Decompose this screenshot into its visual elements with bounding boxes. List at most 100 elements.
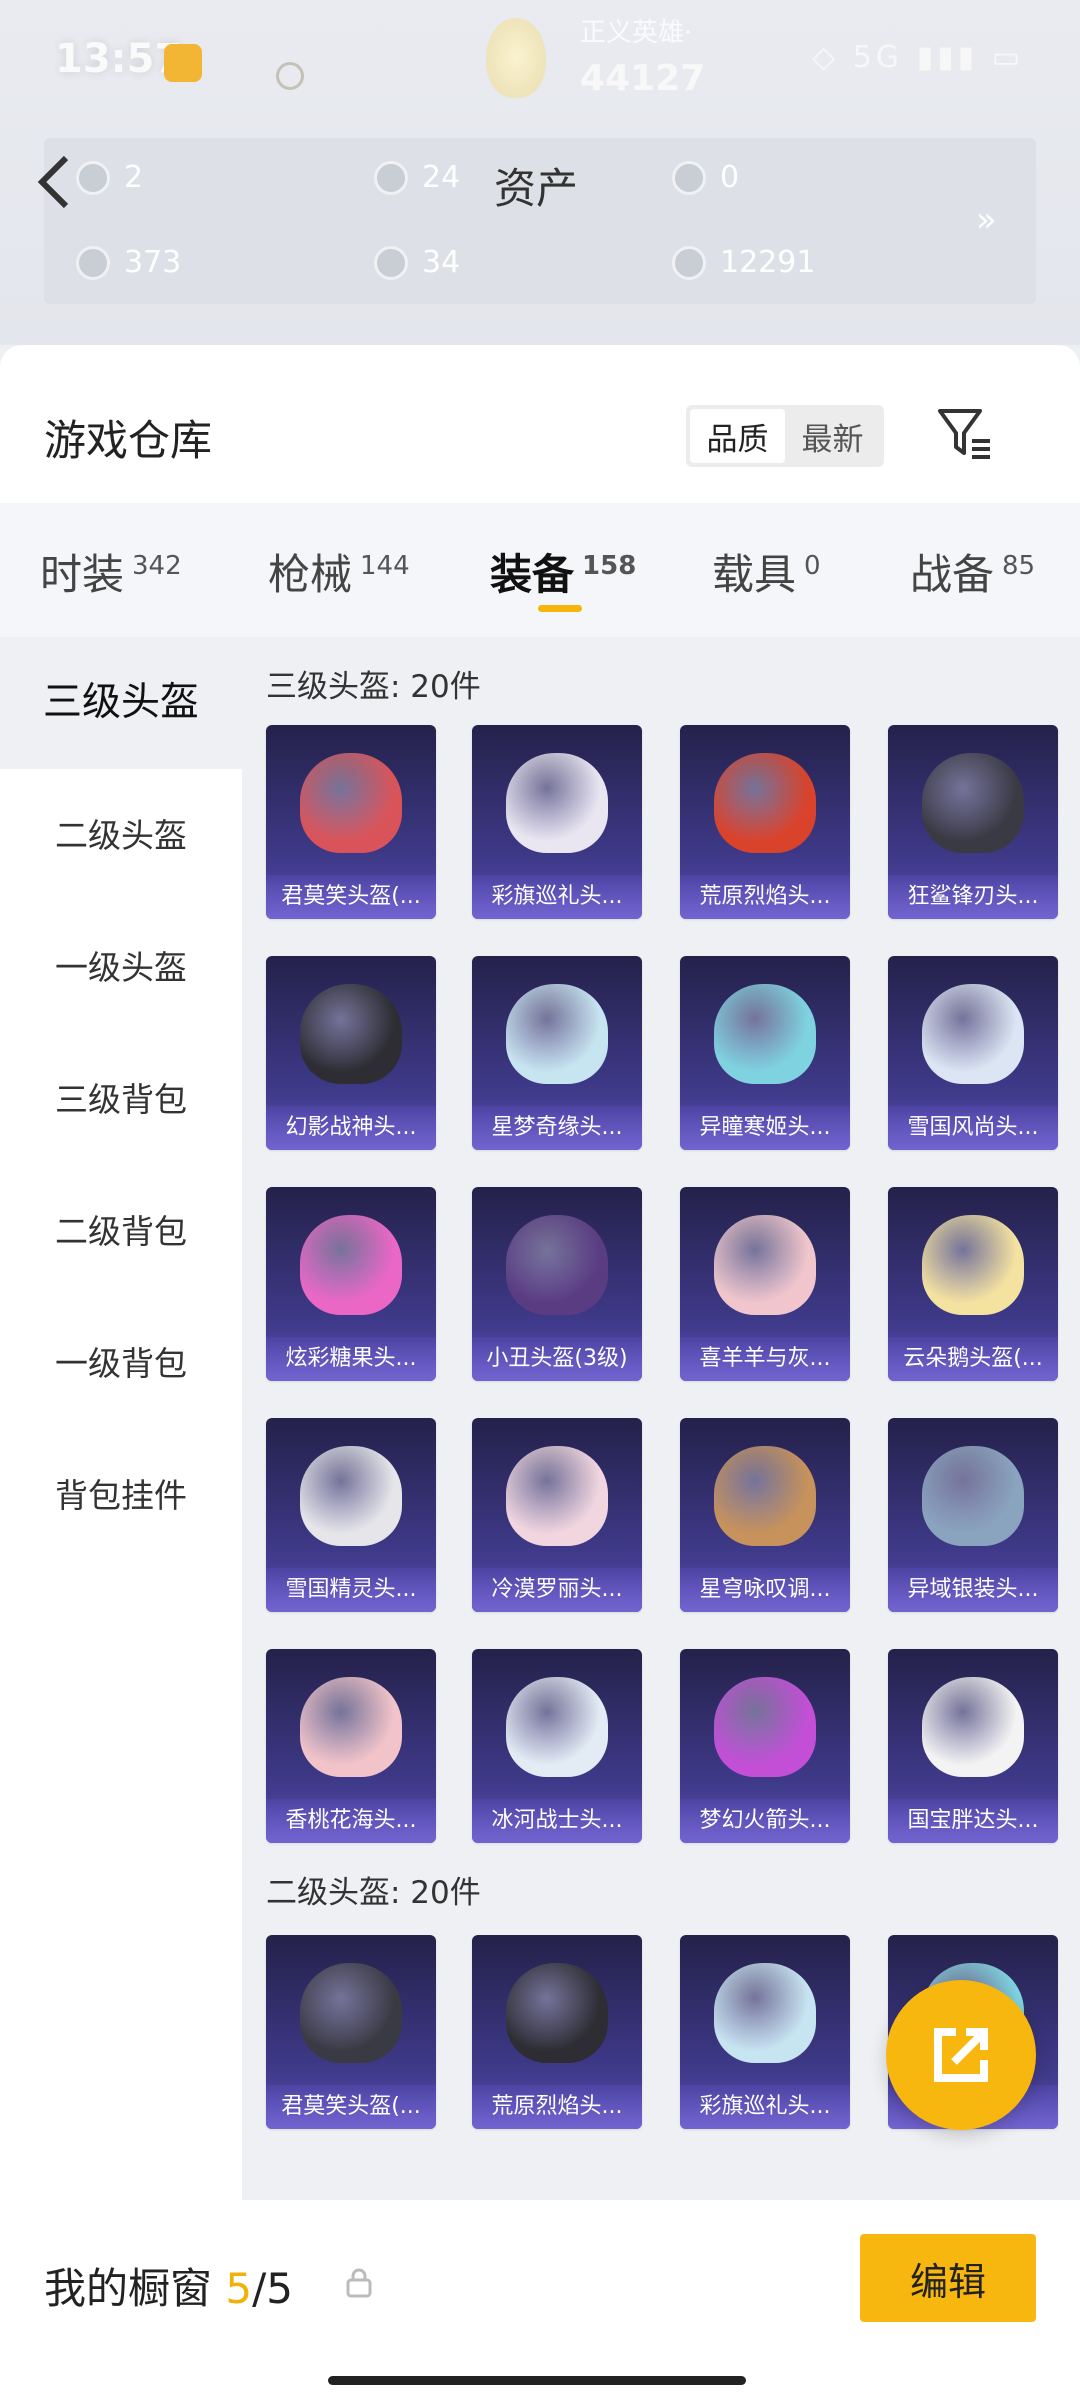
filter-button[interactable]	[934, 403, 994, 463]
share-icon	[934, 2028, 988, 2082]
tab-weapons[interactable]: 枪械 144	[268, 541, 410, 602]
helmet-image	[922, 1446, 1024, 1546]
item-name: 国宝胖达头...	[888, 1799, 1058, 1843]
back-button[interactable]	[34, 150, 74, 225]
assets-title: 资产	[494, 164, 579, 213]
sort-toggle: 品质 最新	[686, 405, 884, 467]
flame-emblem-icon	[486, 18, 546, 98]
helmet-image	[714, 1446, 816, 1546]
edit-button[interactable]: 编辑	[860, 2234, 1036, 2322]
helmet-image	[300, 1446, 402, 1546]
item-card[interactable]: 君莫笑头盔(...	[266, 725, 436, 919]
user-name: 正义英雄·	[580, 18, 693, 48]
item-name: 云朵鹅头盔(...	[888, 1337, 1058, 1381]
coin-icon	[76, 245, 110, 280]
category-tabs: 时装 342 枪械 144 装备 158 载具 0 战备 85	[0, 503, 1080, 637]
share-button[interactable]	[886, 1980, 1036, 2130]
sidebar-item-level3-backpack[interactable]: 三级背包	[0, 1073, 242, 1121]
tab-supplies[interactable]: 战备 85	[910, 541, 1035, 602]
item-name: 星穹咏叹调...	[680, 1568, 850, 1612]
item-card[interactable]: 喜羊羊与灰...	[680, 1187, 850, 1381]
helmet-image	[506, 1446, 608, 1546]
helmet-image	[506, 1215, 608, 1315]
active-tab-indicator	[538, 605, 582, 612]
sidebar-item-level1-helmet[interactable]: 一级头盔	[0, 941, 242, 989]
coin-icon	[76, 160, 110, 195]
helmet-image	[714, 1963, 816, 2063]
sidebar: 三级头盔 二级头盔 一级头盔 三级背包 二级背包 一级背包 背包挂件	[0, 637, 242, 2400]
item-name: 星梦奇缘头...	[472, 1106, 642, 1150]
home-indicator[interactable]	[328, 2376, 746, 2385]
helmet-image	[714, 1677, 816, 1777]
item-card[interactable]: 冰河战士头...	[472, 1649, 642, 1843]
item-name: 彩旗巡礼头...	[680, 2085, 850, 2129]
item-name: 喜羊羊与灰...	[680, 1337, 850, 1381]
item-name: 彩旗巡礼头...	[472, 875, 642, 919]
sidebar-item-backpack-charm[interactable]: 背包挂件	[0, 1469, 242, 1517]
helmet-image	[714, 984, 816, 1084]
assets-more-button[interactable]: »	[976, 200, 997, 240]
item-name: 小丑头盔(3级)	[472, 1337, 642, 1381]
tab-equipment[interactable]: 装备 158	[490, 541, 636, 602]
item-card[interactable]: 梦幻火箭头...	[680, 1649, 850, 1843]
helmet-image	[922, 753, 1024, 853]
item-card[interactable]: 异瞳寒姬头...	[680, 956, 850, 1150]
item-card[interactable]: 星梦奇缘头...	[472, 956, 642, 1150]
sidebar-item-level3-helmet[interactable]: 三级头盔	[0, 637, 242, 769]
helmet-image	[506, 1963, 608, 2063]
item-name: 冷漠罗丽头...	[472, 1568, 642, 1612]
item-card[interactable]: 狂鲨锋刃头...	[888, 725, 1058, 919]
section-title: 三级头盔: 20件	[266, 669, 481, 705]
helmet-image	[300, 753, 402, 853]
helmet-image	[714, 1215, 816, 1315]
asset-item: 2	[76, 160, 143, 195]
item-card[interactable]: 荒原烈焰头...	[680, 725, 850, 919]
sort-latest-button[interactable]: 最新	[785, 409, 880, 463]
helmet-image	[300, 1215, 402, 1315]
helmet-image	[922, 1677, 1024, 1777]
item-card[interactable]: 国宝胖达头...	[888, 1649, 1058, 1843]
coin-icon	[672, 245, 706, 280]
coin-icon	[374, 160, 408, 195]
asset-item: 34	[374, 245, 460, 280]
item-name: 君莫笑头盔(...	[266, 875, 436, 919]
chevron-left-icon	[37, 155, 69, 209]
sidebar-item-level2-backpack[interactable]: 二级背包	[0, 1205, 242, 1253]
item-name: 雪国精灵头...	[266, 1568, 436, 1612]
item-name: 荒原烈焰头...	[472, 2085, 642, 2129]
tab-vehicles[interactable]: 载具 0	[712, 541, 821, 602]
helmet-image	[300, 1677, 402, 1777]
item-card[interactable]: 云朵鹅头盔(...	[888, 1187, 1058, 1381]
item-name: 香桃花海头...	[266, 1799, 436, 1843]
status-icons: ◇ 5G ▮▮▮ ▭	[812, 40, 1024, 75]
asset-item: 373	[76, 245, 181, 280]
asset-item: 24	[374, 160, 460, 195]
item-card[interactable]: 异域银装头...	[888, 1418, 1058, 1612]
section-title: 二级头盔: 20件	[266, 1875, 481, 1911]
tab-fashion[interactable]: 时装 342	[40, 541, 182, 602]
item-card[interactable]: 冷漠罗丽头...	[472, 1418, 642, 1612]
helmet-image	[506, 1677, 608, 1777]
item-name: 君莫笑头盔(...	[266, 2085, 436, 2129]
helmet-image	[300, 1963, 402, 2063]
sidebar-item-level2-helmet[interactable]: 二级头盔	[0, 809, 242, 857]
item-card[interactable]: 雪国风尚头...	[888, 956, 1058, 1150]
item-card[interactable]: 雪国精灵头...	[266, 1418, 436, 1612]
item-card[interactable]: 炫彩糖果头...	[266, 1187, 436, 1381]
item-card[interactable]: 幻影战神头...	[266, 956, 436, 1150]
item-card[interactable]: 君莫笑头盔(...	[266, 1935, 436, 2129]
item-card[interactable]: 小丑头盔(3级)	[472, 1187, 642, 1381]
item-name: 雪国风尚头...	[888, 1106, 1058, 1150]
item-card[interactable]: 彩旗巡礼头...	[680, 1935, 850, 2129]
item-card[interactable]: 香桃花海头...	[266, 1649, 436, 1843]
item-card[interactable]: 星穹咏叹调...	[680, 1418, 850, 1612]
sidebar-item-level1-backpack[interactable]: 一级背包	[0, 1337, 242, 1385]
page-title: 游戏仓库	[44, 416, 213, 465]
item-card[interactable]: 彩旗巡礼头...	[472, 725, 642, 919]
item-name: 异域银装头...	[888, 1568, 1058, 1612]
item-card[interactable]: 荒原烈焰头...	[472, 1935, 642, 2129]
item-name: 梦幻火箭头...	[680, 1799, 850, 1843]
helmet-image	[506, 984, 608, 1084]
filter-icon	[938, 409, 990, 459]
sort-quality-button[interactable]: 品质	[690, 409, 785, 463]
